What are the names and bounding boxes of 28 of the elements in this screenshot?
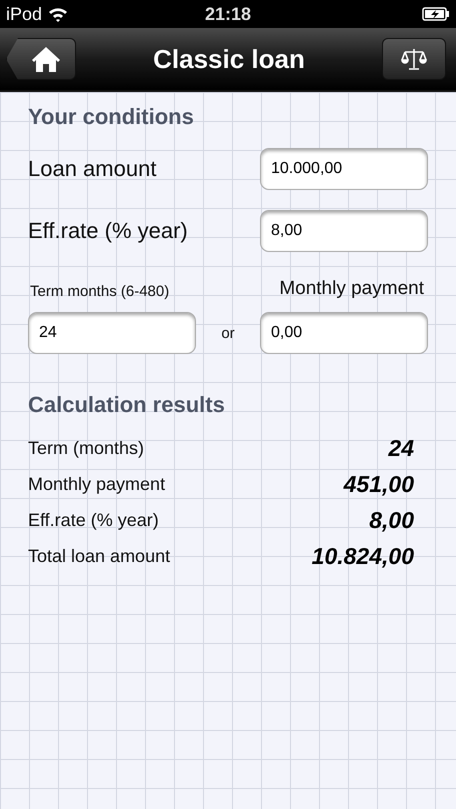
screen-title: Classic loan bbox=[153, 44, 305, 74]
input-field[interactable]: 8,00 bbox=[260, 210, 428, 252]
or-label: or bbox=[221, 324, 235, 342]
compare-button[interactable] bbox=[382, 38, 446, 80]
carrier-label: iPod bbox=[6, 4, 42, 24]
section-heading: Calculation results bbox=[28, 392, 226, 418]
input-field[interactable]: 10.000,00 bbox=[260, 148, 428, 190]
result-value: 24 bbox=[388, 434, 414, 462]
field-label: Loan amount bbox=[28, 156, 156, 182]
result-label: Monthly payment bbox=[28, 474, 166, 494]
input-field[interactable]: 24 bbox=[28, 312, 196, 354]
field-label: Eff.rate (% year) bbox=[28, 218, 188, 244]
result-label: Eff.rate (% year) bbox=[28, 510, 159, 530]
home-button[interactable] bbox=[6, 38, 76, 80]
field-label: Term months (6-480) bbox=[30, 283, 170, 300]
result-value: 451,00 bbox=[344, 470, 414, 498]
result-value: 10.824,00 bbox=[312, 542, 414, 570]
result-label: Total loan amount bbox=[28, 546, 170, 566]
battery-icon bbox=[422, 7, 450, 21]
field-label: Monthly payment bbox=[279, 278, 424, 300]
result-value: 8,00 bbox=[369, 506, 414, 534]
wifi-icon bbox=[48, 6, 68, 22]
house-icon bbox=[31, 45, 61, 73]
clock-time: 21:18 bbox=[204, 4, 252, 24]
result-label: Term (months) bbox=[28, 438, 144, 458]
scale-icon bbox=[400, 46, 427, 72]
section-heading: Your conditions bbox=[28, 104, 195, 130]
input-field[interactable]: 0,00 bbox=[260, 312, 428, 354]
